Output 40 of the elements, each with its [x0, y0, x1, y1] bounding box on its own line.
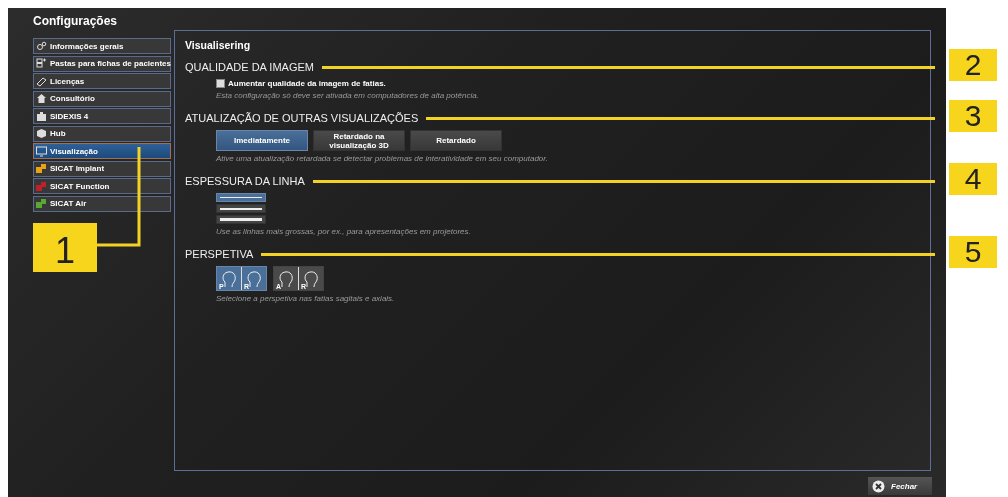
hint-text: Esta configuração só deve ser ativada em computadores de alta potência. [216, 91, 480, 100]
checkbox[interactable] [216, 79, 225, 88]
monitor-icon [36, 145, 47, 157]
sidebar-item[interactable]: SIDEXIS 4 [33, 108, 171, 124]
section-heading: ESPESSURA DA LINHA [185, 175, 305, 187]
window-title: Configurações [33, 13, 118, 30]
sidebar-item[interactable]: SICAT Implant [33, 160, 171, 177]
sidebar-item[interactable]: SICAT Function [33, 178, 171, 194]
head-icon [221, 269, 237, 288]
section-heading: QUALIDADE DA IMAGEM [185, 61, 314, 73]
sidebar-item[interactable]: Visualização [33, 143, 171, 159]
close-icon [872, 479, 885, 493]
hint-text: Selecione a perspetiva nas fatias sagitais e axiais. [216, 294, 396, 303]
sidebar-item[interactable]: SICAT Air [33, 195, 171, 212]
callout-number: 4 [949, 163, 997, 195]
head-icon [278, 269, 294, 288]
panel-title: Visualisering [185, 39, 252, 51]
house-icon [36, 93, 47, 104]
option-button[interactable]: Retardado na visualização 3D [313, 130, 405, 151]
head-icon [303, 269, 319, 288]
hint-text: Use as linhas mais grossas, por ex., para apresentações em projetores. [216, 227, 472, 236]
option-button[interactable]: Retardado [410, 130, 502, 151]
callout-number: 2 [949, 49, 997, 81]
section-heading: ATUALIZAÇÃO DE OUTRAS VISUALIZAÇÕES [185, 112, 419, 124]
sidebar-item[interactable]: Informações gerais [33, 38, 171, 54]
checkbox-label: Aumentar qualidade da imagem de fatias. [228, 79, 386, 88]
callout-number: 3 [949, 100, 997, 132]
head-icon [246, 269, 262, 288]
sidebar-item[interactable]: Consultório [33, 90, 171, 107]
callout-number: 1 [33, 223, 97, 272]
line-width-button[interactable] [216, 204, 266, 213]
sidebar-item[interactable]: Pastas para fichas de pacientes [33, 55, 171, 72]
hint-text: Ative uma atualização retardada se detectar problemas de interatividade em seu computador. [216, 154, 549, 163]
line-width-button[interactable] [216, 215, 266, 224]
sidebar-item[interactable]: Hub [33, 125, 171, 142]
section-heading: PERSPETIVA [185, 248, 254, 260]
sidebar-item[interactable]: Licenças [33, 73, 171, 89]
option-button[interactable]: Imediatamente [216, 130, 308, 151]
close-button[interactable]: Fechar [868, 477, 932, 495]
callout-number: 5 [949, 236, 997, 268]
